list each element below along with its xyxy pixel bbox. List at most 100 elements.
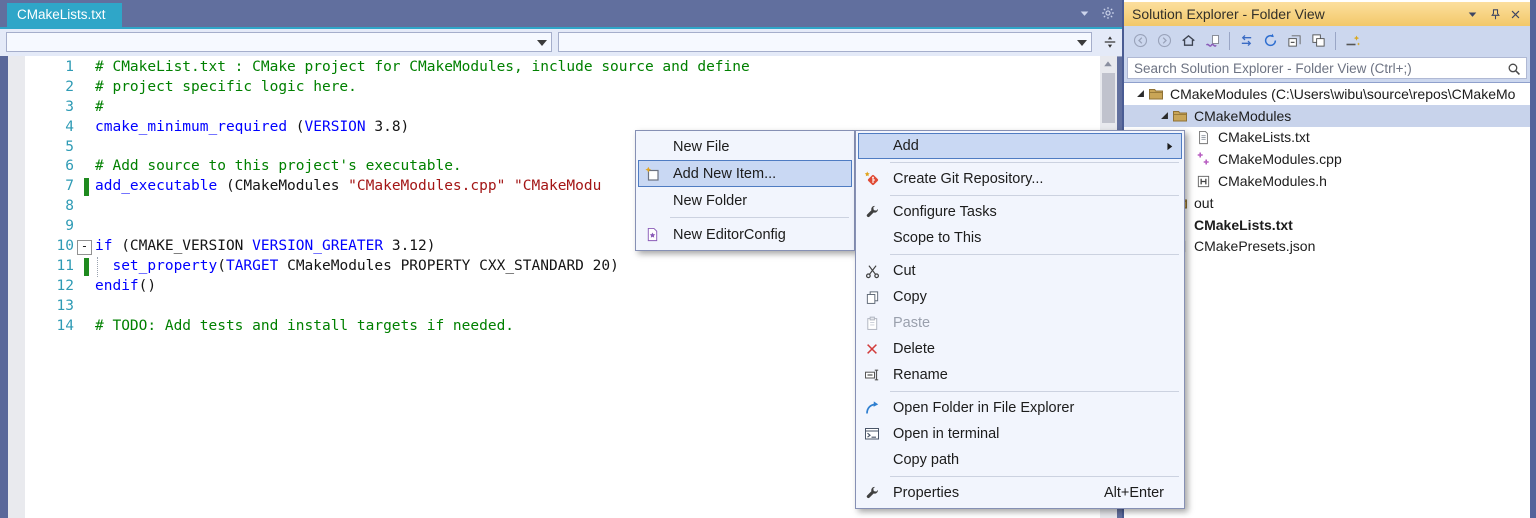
tree-item-label: CMakeModules.cpp xyxy=(1218,151,1342,168)
split-editor-button[interactable] xyxy=(1099,31,1121,53)
menu-item-copy-path[interactable]: Copy path xyxy=(858,447,1182,473)
hfile-icon xyxy=(1196,174,1215,189)
menu-item-label: Create Git Repository... xyxy=(893,171,1044,187)
expander-expanded-icon[interactable] xyxy=(1156,110,1172,121)
menu-item-new-editorconfig[interactable]: New EditorConfig xyxy=(638,221,852,248)
code-text: cmake_minimum_required (VERSION 3.8) xyxy=(95,118,409,138)
folder-icon xyxy=(1148,86,1167,102)
line-number: 14 xyxy=(56,317,74,334)
tree-item-label: CMakeLists.txt xyxy=(1218,129,1310,146)
menu-item-cut[interactable]: Cut xyxy=(858,258,1182,284)
code-token: (CMakeModules xyxy=(217,178,349,195)
menu-separator xyxy=(890,391,1179,392)
context-menu: Add Create Git Repository... Configure Tas… xyxy=(855,130,1185,509)
menu-icon-gutter xyxy=(858,290,886,305)
menu-item-label: Properties xyxy=(893,485,960,501)
cut-icon xyxy=(865,264,880,279)
menu-item-add[interactable]: Add xyxy=(858,133,1182,159)
code-text: # project specific logic here. xyxy=(95,78,357,98)
menu-item-scope-to-this[interactable]: Scope to This xyxy=(858,225,1182,251)
tab-label: CMakeLists.txt xyxy=(17,7,106,22)
scroll-up-icon[interactable] xyxy=(1102,58,1114,70)
search-icon[interactable] xyxy=(1507,62,1521,76)
refresh-button[interactable] xyxy=(1259,29,1282,52)
submenu-arrow-icon xyxy=(1164,141,1175,152)
code-token: if xyxy=(95,238,113,255)
close-icon[interactable] xyxy=(1510,2,1521,26)
menu-item-add-new-item[interactable]: Add New Item... xyxy=(638,160,852,187)
menu-item-rename[interactable]: Rename xyxy=(858,362,1182,388)
expander-expanded-icon[interactable] xyxy=(1132,88,1148,99)
change-bar xyxy=(84,178,89,197)
code-token: set_property xyxy=(112,257,218,274)
panel-titlebar[interactable]: Solution Explorer - Folder View xyxy=(1124,2,1530,26)
code-text: set_property(TARGET CMakeModules PROPERT… xyxy=(95,257,618,277)
menu-icon-gutter xyxy=(858,316,886,331)
code-line-3[interactable]: 3 # xyxy=(0,98,1100,118)
menu-separator xyxy=(670,217,849,218)
menu-item-open-in-terminal[interactable]: Open in terminal xyxy=(858,421,1182,447)
code-line-1[interactable]: 1 # CMakeList.txt : CMake project for CMa… xyxy=(0,58,1100,78)
line-number: 5 xyxy=(65,138,74,155)
scrollbar-thumb[interactable] xyxy=(1102,73,1115,123)
menu-item-label: New EditorConfig xyxy=(673,226,786,243)
nav-forward-button[interactable] xyxy=(1153,29,1176,52)
menu-item-copy[interactable]: Copy xyxy=(858,284,1182,310)
menu-item-properties[interactable]: Properties Alt+Enter xyxy=(858,480,1182,506)
home-button[interactable] xyxy=(1177,29,1200,52)
fold-collapse-button[interactable]: - xyxy=(77,240,92,256)
search-input[interactable] xyxy=(1127,57,1527,79)
rename-icon xyxy=(864,367,880,383)
line-number: 10 xyxy=(56,238,74,255)
menu-item-configure-tasks[interactable]: Configure Tasks xyxy=(858,199,1182,225)
code-text: if (CMAKE_VERSION VERSION_GREATER 3.12) xyxy=(95,237,436,257)
menu-icon-gutter xyxy=(858,367,886,383)
code-token: # xyxy=(95,98,104,115)
pin-icon[interactable] xyxy=(1489,2,1502,26)
menu-item-new-file[interactable]: New File xyxy=(638,133,852,160)
tree-item-cmakemodules[interactable]: CMakeModules xyxy=(1124,104,1530,127)
menu-separator xyxy=(890,195,1179,196)
code-token: # Add source to this project's executabl… xyxy=(95,158,462,175)
new-view-button[interactable] xyxy=(1341,29,1364,52)
menu-separator xyxy=(890,162,1179,163)
menu-item-label: Add New Item... xyxy=(673,165,777,182)
chevron-down-icon xyxy=(1077,40,1087,51)
menu-item-new-folder[interactable]: New Folder xyxy=(638,187,852,214)
menu-shortcut: Alt+Enter xyxy=(1103,485,1164,501)
window-position-chevron-icon[interactable] xyxy=(1467,2,1478,26)
tree-item-label: out xyxy=(1194,194,1214,211)
code-token: add_executable xyxy=(95,178,218,195)
menu-icon-gutter xyxy=(858,342,886,356)
menu-item-label: New Folder xyxy=(673,192,748,209)
show-all-files-button[interactable] xyxy=(1307,29,1330,52)
tab-cmakelists[interactable]: CMakeLists.txt xyxy=(7,3,122,27)
menu-item-create-git-repository[interactable]: Create Git Repository... xyxy=(858,166,1182,192)
menu-item-label: Scope to This xyxy=(893,230,982,246)
menu-item-label: Paste xyxy=(893,315,931,331)
tree-item-label: CMakePresets.json xyxy=(1194,238,1316,255)
line-number: 9 xyxy=(65,218,74,235)
gear-icon[interactable] xyxy=(1101,6,1115,20)
sync-button[interactable] xyxy=(1235,29,1258,52)
member-dropdown[interactable] xyxy=(558,32,1092,52)
terminal-icon xyxy=(864,426,880,442)
menu-item-delete[interactable]: Delete xyxy=(858,336,1182,362)
line-number: 11 xyxy=(56,257,74,274)
menu-item-paste[interactable]: Paste xyxy=(858,310,1182,336)
scope-dropdown[interactable] xyxy=(6,32,552,52)
code-line-2[interactable]: 2 # project specific logic here. xyxy=(0,78,1100,98)
collapse-all-button[interactable] xyxy=(1283,29,1306,52)
code-token: "CMakeModules.cpp" xyxy=(348,178,506,195)
menu-item-label: Rename xyxy=(893,367,948,383)
editor-navigation-bar xyxy=(0,29,1122,57)
nav-back-button[interactable] xyxy=(1129,29,1152,52)
line-number: 12 xyxy=(56,277,74,294)
code-token: ( xyxy=(287,118,305,135)
change-bar xyxy=(84,257,89,276)
tree-item-cmakemodules-c-users-wibu-source-repos-cmakemo[interactable]: CMakeModules (C:\Users\wibu\source\repos… xyxy=(1124,83,1530,105)
switch-views-button[interactable] xyxy=(1201,29,1224,52)
menu-item-open-folder-in-file-explorer[interactable]: Open Folder in File Explorer xyxy=(858,395,1182,421)
line-number: 13 xyxy=(56,297,74,314)
tab-list-chevron-icon[interactable] xyxy=(1079,8,1090,19)
